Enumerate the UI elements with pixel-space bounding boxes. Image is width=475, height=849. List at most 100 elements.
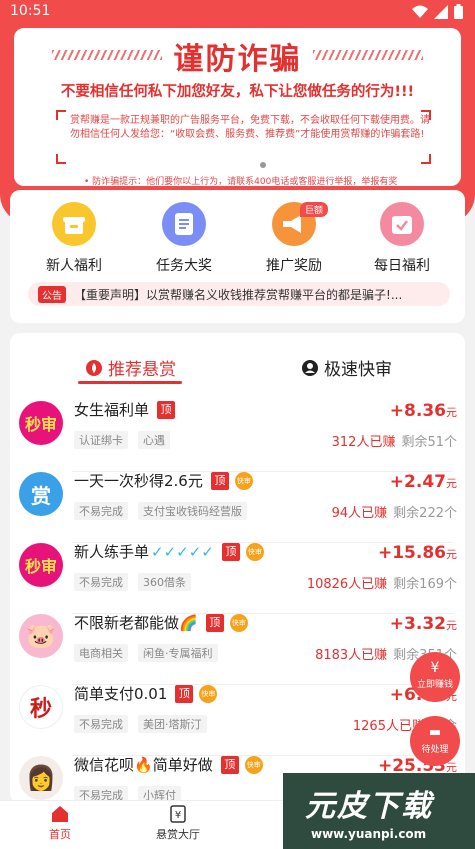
chat-icon: ▬ <box>428 725 442 740</box>
task-avatar: 秒审 <box>19 543 63 587</box>
price-value: +8.36 <box>389 401 446 421</box>
task-title-text: 新人练手单 <box>74 543 150 561</box>
banner-ticker: • 防诈骗提示：他们要你以上行为，请联系400电话或客服进行举报，举报有奖 <box>84 177 398 186</box>
fast-review-tag: 快审 <box>245 542 264 561</box>
earned-count: 94人已赚 <box>331 506 388 521</box>
tab-underline <box>78 381 182 384</box>
task-avatar: 🐷 <box>19 614 63 658</box>
fire-emoji: 🔥 <box>134 755 153 774</box>
signal-icon <box>434 4 448 19</box>
remaining-count: 剩余51个 <box>401 435 457 450</box>
task-avatar: 赏 <box>19 472 63 516</box>
task-avatar: 秒审 <box>19 401 63 445</box>
task-price: +2.47元 <box>390 472 457 492</box>
task-price: +15.86元 <box>378 543 457 563</box>
frame-corner <box>421 154 431 164</box>
task-tag: 电商相关 <box>74 644 128 662</box>
status-bar: 10:51 <box>0 0 475 24</box>
menu-label: 推广奖励 <box>266 258 322 274</box>
frame-corner <box>56 154 66 164</box>
feature-menu: 新人福利 任务大奖 巨额 推广奖励 每日福利 公告 【重要声明】以赏帮赚名义收钱… <box>10 190 465 323</box>
task-price: +3.32元 <box>390 614 457 634</box>
yuan-icon: ¥ <box>430 660 440 676</box>
nav-reward-hall[interactable]: ¥ 悬赏大厅 <box>138 805 218 842</box>
tab-fast-review[interactable]: 极速快审 <box>302 355 392 380</box>
task-row[interactable]: 🐷 不限新老都能做 🌈 顶 快审 电商相关 闲鱼·专属福利 +3.32元 818… <box>10 612 465 685</box>
price-unit: 元 <box>446 619 457 632</box>
huge-reward-badge: 巨额 <box>300 202 329 217</box>
status-icons <box>412 4 463 19</box>
tab-recommended[interactable]: 推荐悬赏 <box>86 355 176 380</box>
menu-item-promotion[interactable]: 巨额 推广奖励 <box>244 202 344 275</box>
task-title: 女生福利单 顶 <box>74 399 176 420</box>
task-title-text: 不限新老都能做 <box>74 614 180 632</box>
anti-fraud-banner[interactable]: 谨防诈骗 不要相信任何私下加您好友，私下让您做任务的行为!!! 赏帮赚是一款正规… <box>14 28 461 186</box>
top-tag: 顶 <box>210 471 229 490</box>
task-row[interactable]: 秒审 女生福利单 顶 认证绑卡 心遇 +8.36元 312人已赚 剩余51个 <box>10 399 465 472</box>
top-tag: 顶 <box>205 613 224 632</box>
menu-label: 任务大奖 <box>156 258 212 274</box>
earned-count: 8183人已赚 <box>315 648 388 663</box>
task-list-icon <box>162 202 206 246</box>
banner-title: 谨防诈骗 <box>173 42 302 77</box>
status-time: 10:51 <box>10 3 51 19</box>
pending-button[interactable]: ▬ 待处理 <box>410 716 460 766</box>
carousel-indicator <box>260 162 266 168</box>
price-value: +15.86 <box>377 543 446 563</box>
menu-item-task-prize[interactable]: 任务大奖 <box>134 202 234 275</box>
top-tag: 顶 <box>175 684 194 703</box>
calendar-check-icon <box>380 202 424 246</box>
earn-now-button[interactable]: ¥ 立即赚钱 <box>410 652 460 702</box>
watermark-url: www.yuanpi.com <box>311 827 427 841</box>
nav-home[interactable]: 首页 <box>20 805 100 842</box>
task-title-text: 微信花呗 <box>74 756 135 774</box>
task-title-text: 简单支付0.01 <box>74 685 168 703</box>
task-tag: 360借条 <box>138 573 191 591</box>
menu-item-daily[interactable]: 每日福利 <box>352 202 452 275</box>
frame-corner <box>56 110 66 120</box>
task-stats: 10826人已赚 剩余169个 <box>307 573 457 592</box>
reward-hall-icon: ¥ <box>170 805 186 823</box>
fast-review-tag: 快审 <box>229 613 248 632</box>
earn-now-label: 立即赚钱 <box>416 680 453 690</box>
task-avatar: 👩 <box>19 756 63 800</box>
tab-label: 推荐悬赏 <box>108 360 176 380</box>
task-avatar: 秒 <box>19 685 63 729</box>
site-watermark: 元皮下载 www.yuanpi.com <box>283 773 475 849</box>
top-tag: 顶 <box>220 755 239 774</box>
price-value: +3.32 <box>389 614 446 634</box>
svg-text:¥: ¥ <box>175 810 181 821</box>
nav-label: 首页 <box>49 828 71 841</box>
tab-label: 极速快审 <box>324 360 392 380</box>
fast-review-tag: 快审 <box>199 684 218 703</box>
fast-review-tag: 快审 <box>244 755 263 774</box>
task-tag: 支付宝收钱码经营版 <box>138 502 247 520</box>
gift-icon <box>52 202 96 246</box>
task-row[interactable]: 赏 一天一次秒得2.6元 顶 快审 不易完成 支付宝收钱码经营版 +2.47元 … <box>10 471 465 543</box>
menu-item-newcomer[interactable]: 新人福利 <box>24 202 124 275</box>
remaining-count: 剩余222个 <box>393 506 457 521</box>
task-title: 不限新老都能做 🌈 顶 快审 <box>74 612 248 633</box>
user-icon <box>302 359 318 376</box>
top-tag: 顶 <box>157 400 176 419</box>
price-unit: 元 <box>446 548 457 561</box>
menu-label: 每日福利 <box>374 258 430 274</box>
task-tag: 不易完成 <box>74 573 128 591</box>
task-tag: 不易完成 <box>74 715 128 733</box>
task-row[interactable]: 秒 简单支付0.01 顶 快审 不易完成 美团·塔斯汀 +6.85元 1265人… <box>10 684 465 756</box>
rainbow-emoji: 🌈 <box>179 613 198 632</box>
task-price: +8.36元 <box>390 401 457 421</box>
earned-count: 312人已赚 <box>331 435 396 450</box>
task-row[interactable]: 秒审 新人练手单 ✓✓✓✓✓ 顶 快审 不易完成 360借条 +15.86元 1… <box>10 541 465 614</box>
menu-label: 新人福利 <box>46 258 102 274</box>
announcement-tag: 公告 <box>38 285 66 303</box>
task-title: 微信花呗 🔥 简单好做 顶 快审 <box>74 754 263 775</box>
price-unit: 元 <box>446 406 457 419</box>
task-list-card: 推荐悬赏 极速快审 秒审 女生福利单 顶 认证绑卡 心遇 +8.36元 312人… <box>10 333 465 803</box>
flame-icon <box>86 359 102 376</box>
task-title: 新人练手单 ✓✓✓✓✓ 顶 快审 <box>74 541 264 562</box>
earned-count: 10826人已赚 <box>306 577 388 592</box>
announcement-bar[interactable]: 公告 【重要声明】以赏帮赚名义收钱推荐赏帮赚平台的都是骗子!... <box>28 282 450 306</box>
home-icon <box>52 806 68 822</box>
task-tag: 心遇 <box>138 431 170 449</box>
